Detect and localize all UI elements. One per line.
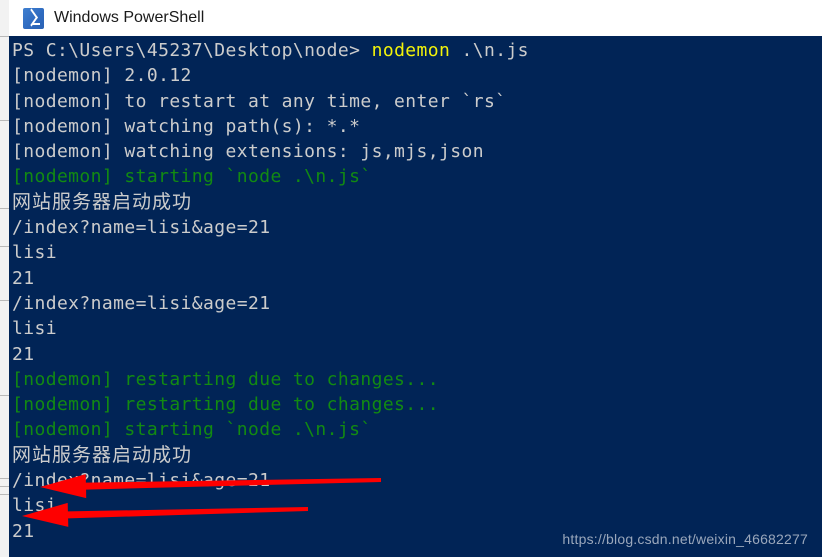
console-line-list: PS C:\Users\45237\Desktop\node> nodemon … (12, 38, 818, 544)
console-line-server-started-2: 网站服务器启动成功 (12, 443, 193, 466)
console-segment-white: PS C:\Users\45237\Desktop\node> (12, 40, 372, 61)
console-line-request-url-1: /index?name=lisi&age=21 (12, 217, 271, 239)
window-title: Windows PowerShell (54, 9, 205, 26)
console-line-nodemon-watching-extensions: [nodemon] watching extensions: js,mjs,js… (12, 141, 484, 163)
console-output-area[interactable]: PS C:\Users\45237\Desktop\node> nodemon … (9, 36, 822, 557)
console-line-name-output-3: lisi (12, 495, 57, 517)
console-line-name-output-1: lisi (12, 242, 57, 264)
console-line-nodemon-restarting-1: [nodemon] restarting due to changes... (12, 368, 440, 390)
console-line-request-url-3: /index?name=lisi&age=21 (12, 470, 271, 492)
console-line-request-url-2: /index?name=lisi&age=21 (12, 292, 271, 314)
console-line-nodemon-restart-hint: [nodemon] to restart at any time, enter … (12, 90, 507, 112)
window-titlebar[interactable]: Windows PowerShell (9, 0, 822, 36)
console-segment-yellow: nodemon (371, 40, 451, 61)
console-line-nodemon-restarting-2: [nodemon] restarting due to changes... (12, 394, 440, 416)
console-line-prompt-line: PS C:\Users\45237\Desktop\node> nodemon … (12, 38, 818, 63)
console-line-age-output-2: 21 (12, 343, 35, 365)
console-line-nodemon-version: [nodemon] 2.0.12 (12, 65, 192, 87)
console-line-server-started-1: 网站服务器启动成功 (12, 190, 193, 213)
powershell-icon (23, 7, 44, 29)
console-line-nodemon-starting-2: [nodemon] starting `node .\n.js` (12, 419, 372, 441)
console-line-age-output-1: 21 (12, 267, 35, 289)
screenshot-root: Windows PowerShell PS C:\Users\45237\Des… (0, 0, 822, 557)
watermark-url: https://blog.csdn.net/weixin_46682277 (562, 531, 808, 547)
console-line-nodemon-starting-1: [nodemon] starting `node .\n.js` (12, 166, 372, 188)
console-segment-white: .\n.js (450, 40, 529, 61)
console-line-nodemon-watching-paths: [nodemon] watching path(s): *.* (12, 115, 361, 137)
console-line-name-output-2: lisi (12, 318, 57, 340)
